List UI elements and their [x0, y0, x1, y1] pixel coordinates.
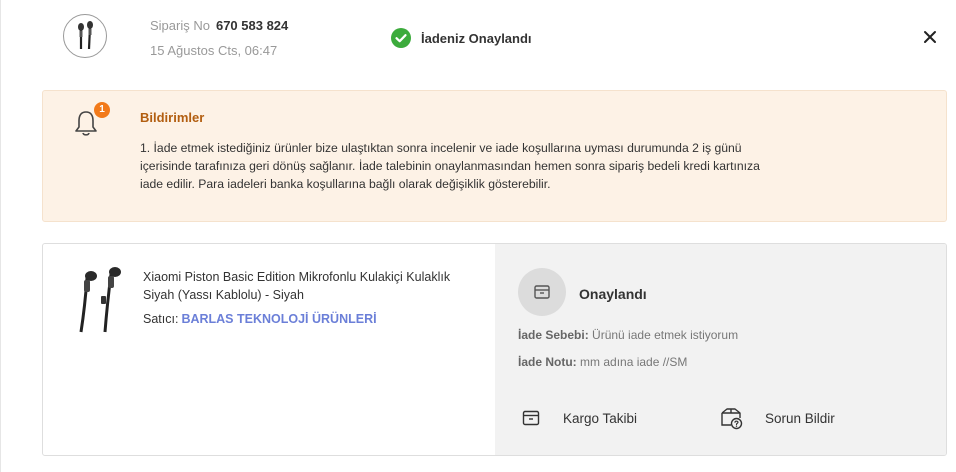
seller-link[interactable]: BARLAS TEKNOLOJİ ÜRÜNLERİ — [181, 312, 376, 326]
return-reason-label: İade Sebebi: — [518, 328, 589, 342]
return-state-label: Onaylandı — [579, 286, 647, 302]
cargo-tracking-button[interactable]: Kargo Takibi — [521, 406, 637, 430]
return-detail-panel: Sipariş No 670 583 824 15 Ağustos Cts, 06… — [0, 0, 956, 472]
cargo-tracking-label: Kargo Takibi — [563, 410, 638, 426]
order-label: Sipariş No — [150, 18, 210, 33]
order-number: 670 583 824 — [215, 18, 289, 33]
product-name[interactable]: Xiaomi Piston Basic Edition Mikrofonlu K… — [143, 268, 483, 304]
notification-count-badge: 1 — [94, 102, 110, 118]
return-reason: İade Sebebi: Ürünü iade etmek istiyorum — [518, 328, 738, 342]
report-issue-button[interactable]: Sorun Bildir — [719, 406, 835, 430]
return-info-section: Onaylandı İade Sebebi: Ürünü iade etmek … — [495, 244, 946, 455]
check-circle-icon — [391, 28, 411, 48]
close-icon — [924, 31, 936, 43]
close-button[interactable] — [919, 26, 941, 48]
return-status: İadeniz Onaylandı — [391, 28, 532, 48]
product-thumbnail — [63, 14, 107, 58]
seller-line: Satıcı: BARLAS TEKNOLOJİ ÜRÜNLERİ — [143, 312, 377, 326]
return-status-text: İadeniz Onaylandı — [421, 30, 532, 46]
box-question-icon — [721, 408, 743, 430]
return-note-value: mm adına iade //SM — [580, 355, 688, 369]
return-reason-value: Ürünü iade etmek istiyorum — [592, 328, 739, 342]
notification-box: 1 Bildirimler 1. İade etmek istediğiniz … — [42, 90, 947, 222]
return-note-label: İade Notu: — [518, 355, 577, 369]
box-icon — [522, 410, 540, 426]
notification-text: 1. İade etmek istediğiniz ürünler bize u… — [140, 141, 760, 191]
return-note: İade Notu: mm adına iade //SM — [518, 355, 687, 369]
seller-label: Satıcı: — [143, 312, 179, 326]
notification-title: Bildirimler — [140, 110, 205, 125]
report-issue-label: Sorun Bildir — [765, 410, 835, 426]
return-state-icon-wrap — [518, 268, 566, 316]
return-item-card: Xiaomi Piston Basic Edition Mikrofonlu K… — [42, 243, 947, 456]
box-icon — [534, 285, 550, 299]
order-date: 15 Ağustos Cts, 06:47 — [150, 43, 278, 58]
product-image — [79, 267, 121, 333]
order-number-line: Sipariş No 670 583 824 — [150, 18, 288, 33]
